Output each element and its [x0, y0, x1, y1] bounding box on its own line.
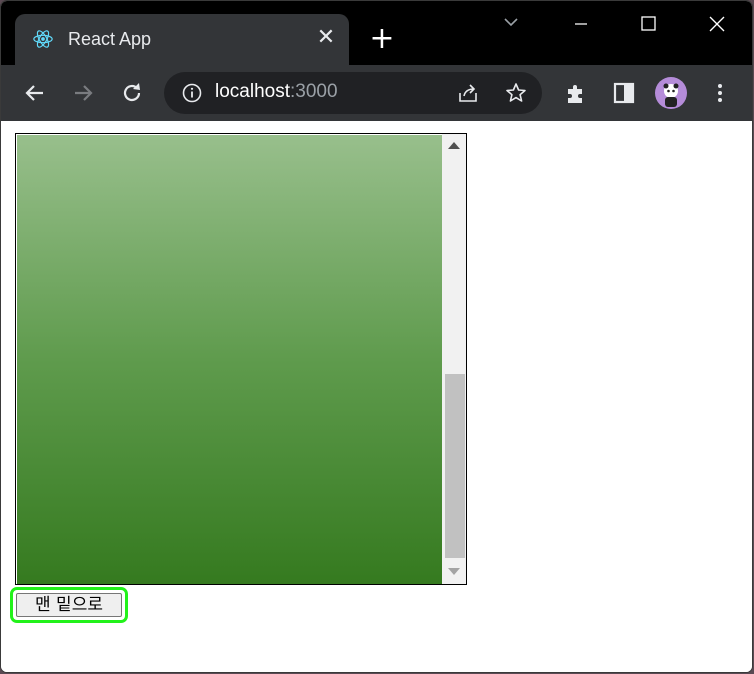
scroll-down-arrow-icon[interactable] [448, 568, 460, 575]
url-port: :3000 [290, 81, 338, 102]
tab-react-app[interactable]: React App ✕ [15, 14, 349, 65]
react-icon [32, 28, 54, 50]
url-text: localhost:3000 [215, 81, 338, 103]
scroll-container[interactable] [15, 133, 467, 585]
address-bar[interactable]: localhost:3000 [164, 72, 542, 114]
forward-arrow-icon[interactable] [69, 79, 97, 107]
close-icon[interactable] [697, 11, 737, 37]
reload-icon[interactable] [118, 79, 146, 107]
tab-title: React App [68, 29, 152, 49]
star-icon[interactable] [504, 81, 528, 105]
scrollbar-thumb[interactable] [445, 374, 465, 558]
url-host: localhost [215, 81, 290, 102]
focus-ring: 맨 밑으로 [10, 587, 128, 623]
tab-strip: React App ✕ + [1, 1, 752, 65]
info-icon[interactable] [181, 82, 203, 104]
tab-close-icon[interactable]: ✕ [315, 27, 337, 49]
extensions-icon[interactable] [562, 79, 590, 107]
new-tab-button[interactable]: + [367, 24, 397, 55]
back-arrow-icon[interactable] [21, 79, 49, 107]
scroll-to-bottom-button[interactable]: 맨 밑으로 [16, 593, 122, 617]
side-panel-icon[interactable] [610, 79, 638, 107]
page-content: 맨 밑으로 [1, 121, 752, 672]
browser-window: React App ✕ + localhost:3000 맨 밑으로 [1, 1, 752, 672]
browser-toolbar: localhost:3000 [1, 65, 752, 121]
vertical-scrollbar[interactable] [442, 134, 466, 584]
scroll-up-arrow-icon[interactable] [448, 142, 460, 149]
gradient-content [17, 135, 442, 584]
share-icon[interactable] [456, 81, 480, 105]
maximize-icon[interactable] [629, 11, 669, 37]
menu-icon[interactable] [706, 79, 734, 107]
minimize-icon[interactable] [561, 11, 601, 37]
profile-avatar[interactable] [655, 77, 687, 109]
tab-search-icon[interactable] [491, 11, 531, 37]
